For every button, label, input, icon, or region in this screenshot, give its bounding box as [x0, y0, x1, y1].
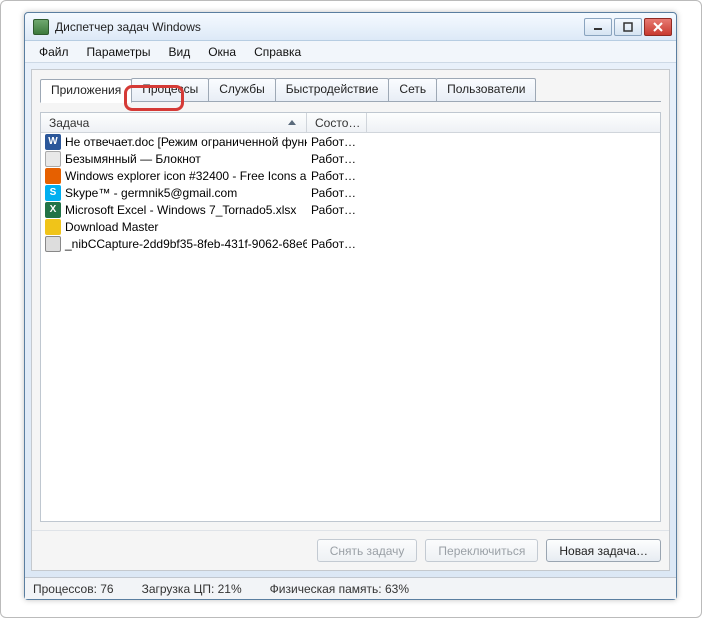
column-task[interactable]: Задача: [41, 113, 307, 132]
menu-help[interactable]: Справка: [246, 43, 309, 61]
word-icon: W: [45, 134, 61, 150]
list-item[interactable]: S Skype™ - germnik5@gmail.com Работ…: [41, 184, 660, 201]
task-name: _nibCCapture-2dd9bf35-8feb-431f-9062-68e…: [65, 237, 307, 251]
column-status[interactable]: Состо…: [307, 113, 367, 132]
end-task-button[interactable]: Снять задачу: [317, 539, 418, 562]
menu-options[interactable]: Параметры: [79, 43, 159, 61]
tab-networking[interactable]: Сеть: [388, 78, 437, 102]
window-title: Диспетчер задач Windows: [55, 20, 584, 34]
capture-icon: [45, 236, 61, 252]
task-name: Download Master: [65, 220, 158, 234]
action-buttons: Снять задачу Переключиться Новая задача…: [32, 530, 669, 570]
skype-icon: S: [45, 185, 61, 201]
list-body[interactable]: W Не отвечает.doc [Режим ограниченной фун…: [41, 133, 660, 521]
titlebar[interactable]: Диспетчер задач Windows: [25, 13, 676, 41]
menu-view[interactable]: Вид: [160, 43, 198, 61]
statusbar: Процессов: 76 Загрузка ЦП: 21% Физическа…: [25, 577, 676, 599]
status-memory: Физическая память: 63%: [270, 582, 409, 596]
tabs-row: Приложения Процессы Службы Быстродействи…: [40, 78, 661, 102]
task-name: Skype™ - germnik5@gmail.com: [65, 186, 237, 200]
tab-applications[interactable]: Приложения: [40, 79, 132, 103]
task-name: Windows explorer icon #32400 - Free Icon…: [65, 169, 307, 183]
task-manager-icon: [33, 19, 49, 35]
minimize-button[interactable]: [584, 18, 612, 36]
task-name: Microsoft Excel - Windows 7_Tornado5.xls…: [65, 203, 296, 217]
dm-icon: [45, 219, 61, 235]
task-status: Работ…: [307, 237, 367, 251]
task-status: Работ…: [307, 135, 367, 149]
menubar: Файл Параметры Вид Окна Справка: [25, 41, 676, 63]
tab-users[interactable]: Пользователи: [436, 78, 536, 102]
tab-processes[interactable]: Процессы: [131, 78, 209, 102]
firefox-icon: [45, 168, 61, 184]
close-button[interactable]: [644, 18, 672, 36]
tab-services[interactable]: Службы: [208, 78, 275, 102]
sort-ascending-icon: [288, 120, 296, 125]
notepad-icon: [45, 151, 61, 167]
new-task-button[interactable]: Новая задача…: [546, 539, 661, 562]
list-item[interactable]: _nibCCapture-2dd9bf35-8feb-431f-9062-68e…: [41, 235, 660, 252]
task-status: Работ…: [307, 203, 367, 217]
menu-windows[interactable]: Окна: [200, 43, 244, 61]
column-task-label: Задача: [49, 116, 89, 130]
column-status-label: Состо…: [315, 116, 360, 130]
maximize-button[interactable]: [614, 18, 642, 36]
task-name: Безымянный — Блокнот: [65, 152, 201, 166]
client-area: Приложения Процессы Службы Быстродействи…: [31, 69, 670, 571]
list-item[interactable]: Windows explorer icon #32400 - Free Icon…: [41, 167, 660, 184]
status-cpu: Загрузка ЦП: 21%: [142, 582, 242, 596]
list-item[interactable]: W Не отвечает.doc [Режим ограниченной фун…: [41, 133, 660, 150]
status-processes: Процессов: 76: [33, 582, 114, 596]
list-item[interactable]: X Microsoft Excel - Windows 7_Tornado5.xl…: [41, 201, 660, 218]
tab-performance[interactable]: Быстродействие: [275, 78, 390, 102]
menu-file[interactable]: Файл: [31, 43, 77, 61]
list-item[interactable]: Безымянный — Блокнот Работ…: [41, 150, 660, 167]
applications-list: Задача Состо… W Не отвечает.doc [Режим ог…: [40, 112, 661, 522]
task-manager-window: Диспетчер задач Windows Файл Параметры В…: [24, 12, 677, 600]
excel-icon: X: [45, 202, 61, 218]
task-status: Работ…: [307, 152, 367, 166]
switch-to-button[interactable]: Переключиться: [425, 539, 538, 562]
task-status: Работ…: [307, 169, 367, 183]
list-header: Задача Состо…: [41, 113, 660, 133]
task-status: Работ…: [307, 186, 367, 200]
task-name: Не отвечает.doc [Режим ограниченной функ…: [65, 135, 307, 149]
list-item[interactable]: Download Master: [41, 218, 660, 235]
